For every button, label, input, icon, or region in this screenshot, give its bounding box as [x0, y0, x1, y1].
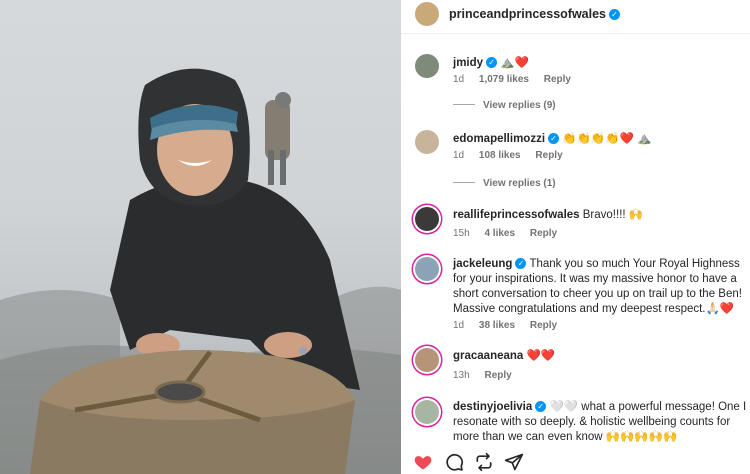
comment-time: 13h	[453, 370, 470, 381]
commenter-avatar[interactable]	[415, 207, 439, 231]
comment-time: 1d	[453, 150, 465, 161]
commenter-avatar[interactable]	[415, 54, 439, 78]
verified-badge-icon: ✓	[609, 9, 621, 20]
view-replies-button[interactable]: View replies (9)	[453, 100, 556, 111]
comment-meta: 13h Reply	[453, 370, 524, 381]
comment-body: Bravo!!!! 🙌	[582, 209, 644, 221]
comment-meta: 1d 1,079 likes Reply	[453, 74, 583, 85]
comment-text: edomapellimozzi ✓ 👏👏👏👏❤️ ⛰️	[453, 132, 651, 147]
comment-text: reallifeprincessofwales Bravo!!!! 🙌	[453, 208, 643, 223]
post-photo	[0, 0, 401, 474]
comment-body: ⛰️❤️	[500, 57, 529, 69]
comment-likes[interactable]: 38 likes	[479, 320, 515, 331]
commenter-avatar[interactable]	[415, 348, 439, 372]
comment-meta: 1d 38 likes Reply	[453, 320, 569, 331]
verified-badge-icon: ✓	[535, 401, 547, 412]
comment-meta: 15h 4 likes Reply	[453, 228, 569, 239]
commenter-avatar[interactable]	[415, 257, 439, 281]
comment-username[interactable]: gracaaneana	[453, 350, 523, 362]
comment-username[interactable]: edomapellimozzi	[453, 133, 545, 145]
commenter-avatar[interactable]	[415, 400, 439, 424]
comment-text: jackeleung ✓ Thank you so much Your Royal…	[453, 257, 748, 317]
post-header: princeandprincessofwales ✓	[401, 0, 750, 34]
comment-meta: 1d 108 likes Reply	[453, 150, 575, 161]
comment-time: 15h	[453, 228, 470, 239]
verified-badge-icon: ✓	[515, 258, 527, 269]
reply-button[interactable]: Reply	[544, 74, 571, 85]
photo-illustration	[0, 68, 401, 474]
comment-username[interactable]: jmidy	[453, 57, 483, 69]
comment-time: 1d	[453, 320, 465, 331]
comment-likes[interactable]: 4 likes	[484, 228, 515, 239]
comment-icon[interactable]	[444, 452, 464, 472]
comment-username[interactable]: reallifeprincessofwales	[453, 209, 580, 221]
reply-button[interactable]: Reply	[535, 150, 562, 161]
comment-text: jmidy ✓ ⛰️❤️	[453, 56, 529, 71]
share-icon[interactable]	[504, 452, 524, 472]
comment-username[interactable]: destinyjoelivia	[453, 401, 532, 413]
distant-hiker	[265, 92, 291, 185]
author-avatar[interactable]	[415, 2, 439, 26]
comment-body: 👏👏👏👏❤️ ⛰️	[562, 133, 652, 145]
verified-badge-icon: ✓	[486, 57, 498, 68]
commenter-avatar[interactable]	[415, 130, 439, 154]
comment-likes[interactable]: 108 likes	[479, 150, 521, 161]
reply-button[interactable]: Reply	[484, 370, 511, 381]
view-replies-button[interactable]: View replies (1)	[453, 178, 556, 189]
comment-username[interactable]: jackeleung	[453, 258, 512, 270]
heart-icon[interactable]	[413, 452, 433, 472]
author-handle[interactable]: princeandprincessofwales ✓	[449, 7, 621, 21]
comment-text: gracaaneana ❤️❤️	[453, 349, 555, 364]
comments-panel: princeandprincessofwales ✓ jmidy ✓ ⛰️❤️ 1d…	[401, 0, 750, 474]
comment-text: destinyjoelivia ✓ 🤍🤍 what a powerful mess…	[453, 400, 748, 445]
comment-likes[interactable]: 1,079 likes	[479, 74, 529, 85]
comment-time: 1d	[453, 74, 465, 85]
repost-icon[interactable]	[474, 452, 494, 472]
reply-button[interactable]: Reply	[530, 320, 557, 331]
verified-badge-icon: ✓	[548, 133, 560, 144]
comment-body: ❤️❤️	[526, 350, 556, 362]
reply-button[interactable]: Reply	[530, 228, 557, 239]
action-bar	[401, 448, 750, 474]
